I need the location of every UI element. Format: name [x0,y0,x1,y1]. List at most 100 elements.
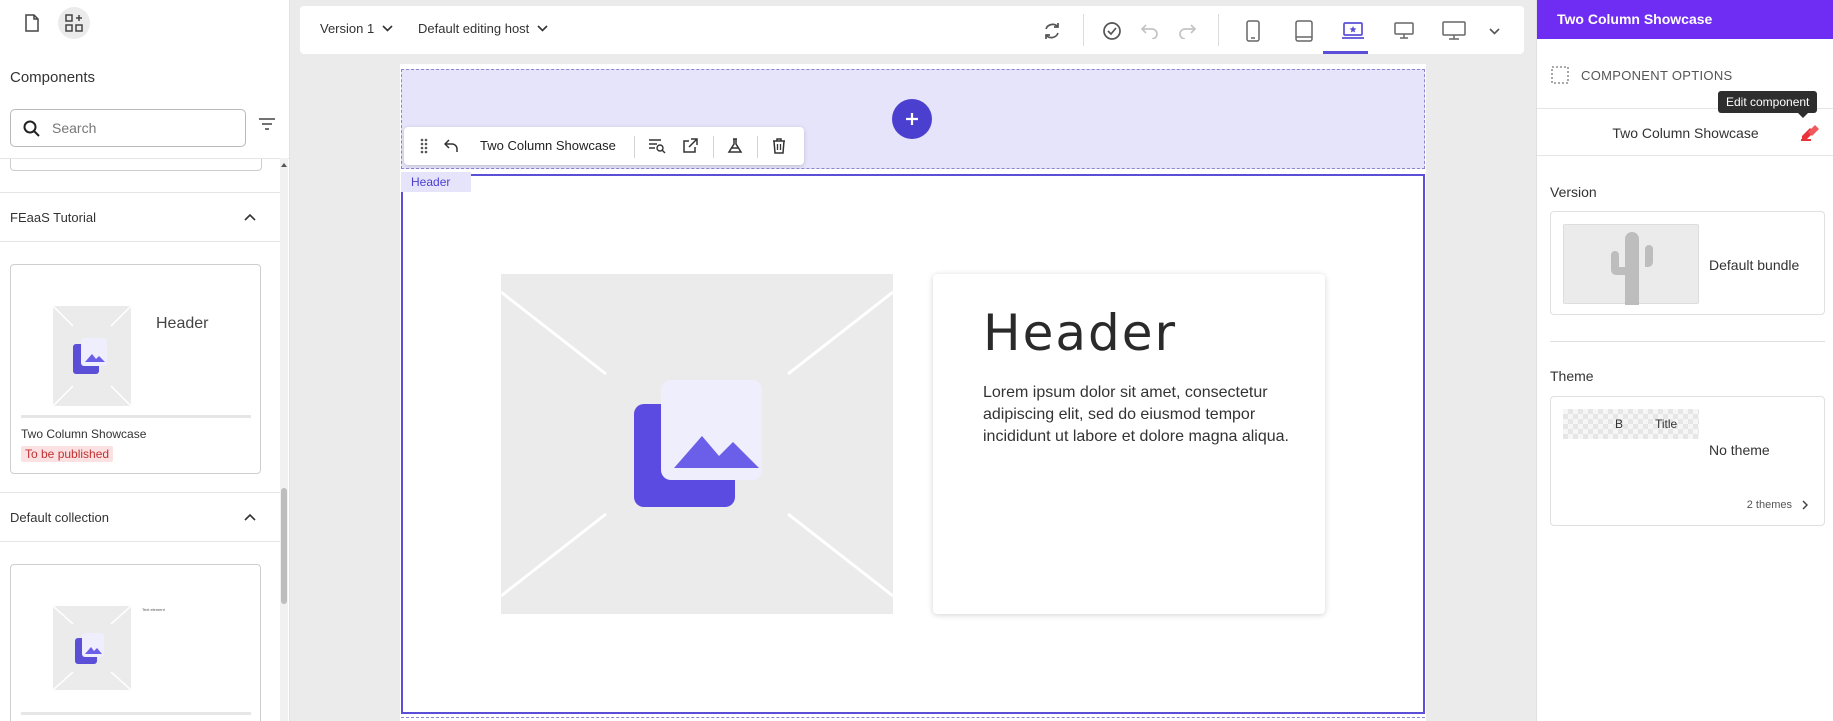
search-icon [23,120,40,137]
toolbar-divider [1083,14,1084,46]
section-title: FEaaS Tutorial [10,209,96,225]
components-sidebar: Components FEaaS Tutorial Header Two Co [0,0,290,721]
bundle-thumbnail [1563,224,1699,305]
mobile-icon [1246,20,1260,42]
card-divider [21,712,251,715]
component-card-default[interactable]: Text element [10,564,261,721]
component-list: FEaaS Tutorial Header Two Column Showcas… [0,158,289,721]
wide-desktop-icon [1442,21,1466,40]
card-thumbnail-header: Header [156,315,209,332]
add-component-button[interactable] [892,99,932,139]
chevron-right-icon [1802,500,1808,510]
explore-button[interactable] [647,136,667,156]
editing-host-dropdown[interactable]: Default editing host [418,21,548,36]
delete-button[interactable] [769,136,789,156]
device-laptop-button[interactable] [1340,18,1366,44]
refresh-icon [1045,23,1059,39]
components-icon [65,14,83,32]
chevron-down-icon [1488,27,1500,35]
panel-title: Two Column Showcase [1537,0,1833,39]
filter-button[interactable] [258,117,276,134]
options-label: COMPONENT OPTIONS [1581,67,1733,83]
component-name: Two Column Showcase [1612,125,1759,141]
showcase-heading[interactable]: Header [983,304,1177,362]
version-dropdown[interactable]: Version 1 [320,21,393,36]
component-header-tag[interactable]: Header [401,172,471,192]
showcase-body-text[interactable]: Lorem ipsum dolor sit amet, consectetur … [983,382,1293,448]
redo-icon [1179,24,1197,39]
plus-icon [906,113,918,125]
cactus-icon [1611,232,1653,305]
device-mobile-button[interactable] [1240,18,1266,44]
theme-preview-title: Title [1655,417,1678,431]
sidebar-scrollbar-thumb[interactable] [281,488,287,604]
desktop-icon [1394,22,1414,39]
sidebar-scrollbar[interactable] [280,158,288,721]
themes-count-link[interactable]: 2 themes [1747,499,1808,511]
scroll-up-arrow-icon[interactable] [280,162,288,168]
tab-components[interactable] [58,7,90,39]
section-header-feaas-tutorial[interactable]: FEaaS Tutorial [0,192,282,242]
panel-divider [1550,341,1825,342]
theme-selector[interactable]: B Title No theme 2 themes [1550,396,1825,526]
themes-count: 2 themes [1746,499,1792,511]
bundle-name: Default bundle [1709,257,1800,273]
showcase-text-card[interactable]: Header Lorem ipsum dolor sit amet, conse… [933,274,1325,614]
select-parent-button[interactable] [442,136,462,156]
chrome-component-name: Two Column Showcase [480,138,616,153]
laptop-icon [1342,22,1364,39]
open-external-button[interactable] [680,136,700,156]
image-placeholder-icon [53,306,131,406]
tab-pages[interactable] [16,7,48,39]
search-box[interactable] [10,109,246,147]
component-chrome-toolbar: Two Column Showcase [404,127,804,165]
redo-button[interactable] [1174,18,1200,44]
selection-icon [1551,66,1569,84]
component-card-two-column-showcase[interactable]: Header Two Column Showcase To be publish… [10,264,261,474]
theme-label: Theme [1550,368,1594,384]
personalize-button[interactable] [725,136,745,156]
chrome-divider [757,136,758,158]
search-input[interactable] [52,120,222,136]
list-search-icon [649,139,666,154]
chevron-up-icon [244,513,256,521]
more-devices-button[interactable] [1481,18,1507,44]
section-header-default-collection[interactable]: Default collection [0,492,282,542]
trash-icon [773,138,785,154]
showcase-image[interactable] [501,274,893,614]
edit-component-button[interactable] [1799,122,1821,145]
flask-icon [727,138,743,153]
editor-toolbar: Version 1 Default editing host [300,6,1524,54]
external-link-icon [683,138,698,153]
card-divider [21,415,251,418]
card-name: Two Column Showcase [21,427,147,441]
card-thumbnail-text: Text element [142,607,165,612]
theme-name: No theme [1709,442,1770,458]
refresh-button[interactable] [1039,18,1065,44]
page-icon [25,13,39,32]
editing-host-label: Default editing host [418,21,530,36]
version-label: Version 1 [320,21,375,36]
theme-preview-b: B [1615,417,1624,431]
section-title: Default collection [10,509,109,525]
edit-component-icon [1801,125,1819,141]
version-selector[interactable]: Default bundle [1550,211,1825,315]
chevron-down-icon [537,25,548,32]
arrow-up-left-icon [444,139,458,152]
drag-handle[interactable] [414,136,434,156]
device-tablet-button[interactable] [1291,18,1317,44]
chevron-up-icon [244,213,256,221]
toolbar-divider [1218,14,1219,46]
status-badge: To be published [21,446,114,462]
image-placeholder-icon [501,290,893,598]
device-wide-button[interactable] [1441,18,1467,44]
sidebar-tabs [0,0,289,46]
undo-icon [1140,24,1158,39]
device-desktop-button[interactable] [1391,18,1417,44]
check-circle-icon [1103,22,1121,40]
previous-card-edge [10,159,262,171]
undo-button[interactable] [1137,18,1163,44]
validate-button[interactable] [1099,18,1125,44]
card-thumbnail-image [53,606,131,690]
image-placeholder-icon [53,606,131,690]
